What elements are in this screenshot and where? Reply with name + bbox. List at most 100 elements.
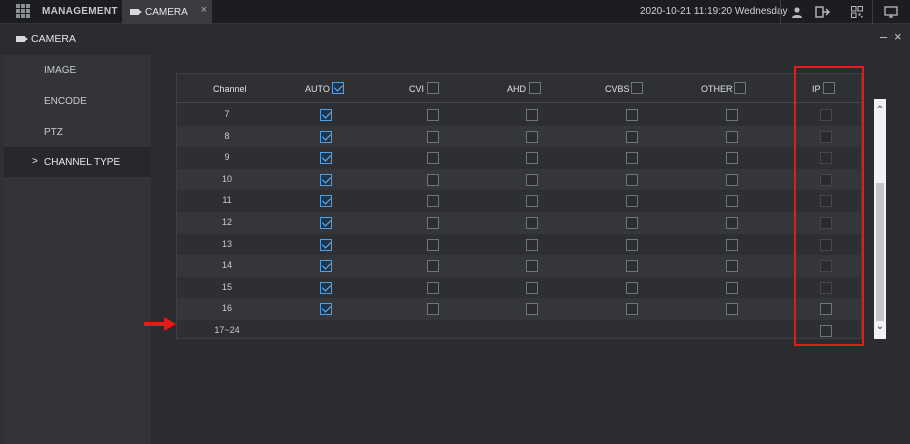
auto-all-checkbox[interactable] [332,82,344,94]
channel-type-table: Channel AUTO CVI AHD CVBS OTHER IP 7 8 9 10… [176,73,862,339]
red-arrow-icon [144,322,166,326]
sidebar-item-image[interactable]: IMAGE [4,55,151,85]
channel-number: 16 [221,303,232,314]
scroll-down-icon[interactable]: ⌄ [874,319,886,333]
other-checkbox[interactable] [726,195,738,208]
cvbs-checkbox[interactable] [626,152,638,165]
sidebar-item-encode[interactable]: ENCODE [4,86,151,116]
other-checkbox[interactable] [726,130,738,143]
auto-checkbox[interactable] [320,173,332,186]
cvi-all-checkbox[interactable] [427,82,439,94]
table-row: 17~24 [177,320,861,342]
column-header-auto: AUTO [305,83,330,94]
table-header: Channel AUTO CVI AHD CVBS OTHER IP [177,74,861,103]
window-title: CAMERA [31,33,76,45]
column-header-cvbs: CVBS [605,83,630,94]
scrollbar-thumb[interactable] [876,183,884,321]
close-button[interactable]: × [894,29,902,44]
ahd-checkbox[interactable] [526,303,538,316]
other-checkbox[interactable] [726,238,738,251]
cvi-checkbox[interactable] [427,195,439,208]
cvi-checkbox[interactable] [427,260,439,273]
other-checkbox[interactable] [726,217,738,229]
tab-close-icon[interactable]: × [201,4,207,16]
cvi-checkbox[interactable] [427,281,439,294]
ahd-checkbox[interactable] [526,152,538,165]
cvi-checkbox[interactable] [427,109,439,121]
auto-checkbox[interactable] [320,217,332,229]
cvi-checkbox[interactable] [427,130,439,143]
ahd-checkbox[interactable] [526,217,538,229]
sidebar: IMAGE ENCODE PTZ > CHANNEL TYPE [4,55,151,444]
channel-number: 13 [221,238,232,249]
sidebar-item-label: ENCODE [44,95,87,107]
cvbs-checkbox[interactable] [626,130,638,143]
cvbs-checkbox[interactable] [626,260,638,273]
sidebar-item-channel-type[interactable]: > CHANNEL TYPE [4,147,151,177]
cvbs-checkbox[interactable] [626,173,638,186]
column-header-cvi: CVI [409,83,425,94]
ahd-checkbox[interactable] [526,130,538,143]
ahd-all-checkbox[interactable] [529,82,541,94]
cvi-checkbox[interactable] [427,173,439,186]
cvi-checkbox[interactable] [427,303,439,316]
auto-checkbox[interactable] [320,152,332,165]
ahd-checkbox[interactable] [526,173,538,186]
other-checkbox[interactable] [726,109,738,121]
other-checkbox[interactable] [726,260,738,273]
sidebar-item-label: IMAGE [44,64,77,76]
column-header-ahd: AHD [507,83,527,94]
table-scrollbar[interactable]: ⌃ ⌄ [874,99,886,339]
cvbs-checkbox[interactable] [626,217,638,229]
auto-checkbox[interactable] [320,109,332,121]
cvbs-checkbox[interactable] [626,303,638,316]
auto-checkbox[interactable] [320,281,332,294]
auto-checkbox[interactable] [320,260,332,273]
ahd-checkbox[interactable] [526,195,538,208]
ip-column-highlight [794,66,864,346]
chevron-right-icon: > [32,156,38,167]
cvbs-checkbox[interactable] [626,281,638,294]
other-all-checkbox[interactable] [734,82,746,94]
ahd-checkbox[interactable] [526,260,538,273]
cvi-checkbox[interactable] [427,238,439,251]
sidebar-item-ptz[interactable]: PTZ [4,117,151,147]
management-nav-link[interactable]: MANAGEMENT [42,6,118,17]
table-row: 9 [177,147,861,169]
other-checkbox[interactable] [726,303,738,316]
channel-number: 10 [221,173,232,184]
cvbs-checkbox[interactable] [626,238,638,251]
column-header-other: OTHER [701,83,733,94]
logout-icon[interactable] [814,3,832,21]
ahd-checkbox[interactable] [526,281,538,294]
minimize-button[interactable]: – [880,29,887,44]
cvbs-checkbox[interactable] [626,195,638,208]
table-row: 11 [177,190,861,212]
auto-checkbox[interactable] [320,195,332,208]
channel-number: 11 [222,195,232,206]
window-title-bar: CAMERA – × [0,25,910,53]
qr-code-icon[interactable] [848,3,866,21]
toolbar-divider [780,0,781,24]
scroll-up-icon[interactable]: ⌃ [874,103,886,117]
camera-icon [16,36,28,42]
auto-checkbox[interactable] [320,130,332,143]
toolbar-divider [872,0,873,24]
other-checkbox[interactable] [726,281,738,294]
table-row: 14 [177,255,861,277]
auto-checkbox[interactable] [320,238,332,251]
grid-menu-icon[interactable] [16,4,30,18]
other-checkbox[interactable] [726,152,738,165]
cvi-checkbox[interactable] [427,152,439,165]
cvbs-checkbox[interactable] [626,109,638,121]
ahd-checkbox[interactable] [526,238,538,251]
cvi-checkbox[interactable] [427,217,439,229]
cvbs-all-checkbox[interactable] [631,82,643,94]
user-icon[interactable] [788,3,806,21]
ahd-checkbox[interactable] [526,109,538,121]
tab-camera[interactable]: CAMERA × [122,0,212,24]
other-checkbox[interactable] [726,173,738,186]
sidebar-item-label: PTZ [44,126,63,138]
monitor-icon[interactable] [882,3,900,21]
auto-checkbox[interactable] [320,303,332,316]
